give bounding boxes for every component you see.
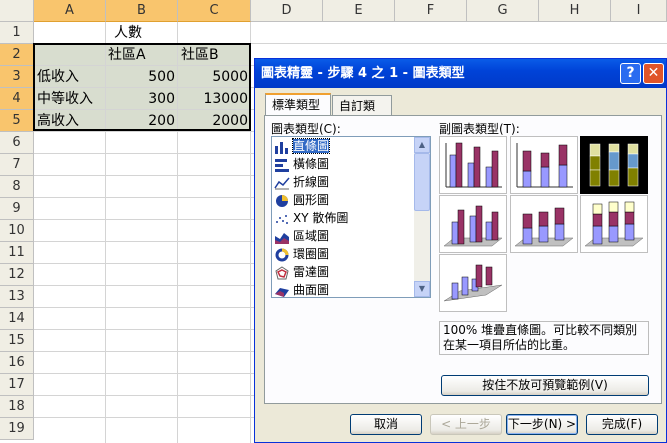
row-header-13[interactable]: 13 <box>0 286 34 308</box>
selection-border <box>33 43 251 131</box>
row-header-9[interactable]: 9 <box>0 198 34 220</box>
area-chart-icon <box>274 230 290 244</box>
help-button[interactable]: ? <box>620 63 641 84</box>
row-header-4[interactable]: 4 <box>0 88 34 110</box>
chart-type-label: 圖表類型(C): <box>271 122 341 136</box>
cancel-button[interactable]: 取消 <box>350 414 422 435</box>
row-header-18[interactable]: 18 <box>0 396 34 418</box>
subtype-label: 副圖表類型(T): <box>439 122 520 136</box>
list-item-scatter[interactable]: XY 散佈圖 <box>274 209 348 227</box>
subtype-3d-clustered-column[interactable] <box>439 195 507 253</box>
radar-chart-icon <box>274 265 290 280</box>
chart-wizard-dialog: 圖表精靈 - 步驟 4 之 1 - 圖表類型 ? ✕ 標準類型 自訂類型 圖表類… <box>254 58 667 443</box>
column-header-a[interactable]: A <box>34 0 106 22</box>
dialog-titlebar[interactable]: 圖表精靈 - 步驟 4 之 1 - 圖表類型 <box>255 59 666 88</box>
cell-b1[interactable]: 人數 <box>114 22 142 44</box>
column-header-b[interactable]: B <box>106 0 178 22</box>
subtype-3d-stacked-column[interactable] <box>510 195 578 253</box>
line-chart-icon <box>274 176 290 190</box>
chart-type-list[interactable]: 直條圖 橫條圖 折線圖 圓形圖 XY 散佈圖 區域圖 環圈圖 雷達圖 曲面圖 ▲… <box>271 136 431 298</box>
subtype-gallery <box>439 136 649 312</box>
row-header-6[interactable]: 6 <box>0 132 34 154</box>
pie-chart-icon <box>274 194 290 208</box>
scroll-up-icon[interactable]: ▲ <box>414 137 430 153</box>
column-chart-icon <box>274 140 290 154</box>
subtype-description: 100% 堆疊直條圖。可比較不同類別在某一項目所佔的比重。 <box>439 321 649 355</box>
list-item-doughnut[interactable]: 環圈圖 <box>274 245 329 263</box>
scatter-chart-icon <box>274 212 290 226</box>
column-header-c[interactable]: C <box>178 0 251 22</box>
row-header-15[interactable]: 15 <box>0 330 34 352</box>
list-item-area[interactable]: 區域圖 <box>274 227 329 245</box>
column-header-g[interactable]: G <box>467 0 539 22</box>
subtype-3d-column[interactable] <box>439 254 507 312</box>
scroll-thumb[interactable] <box>414 153 430 211</box>
subtype-stacked-column[interactable] <box>510 136 578 194</box>
list-item-pie[interactable]: 圓形圖 <box>274 191 329 209</box>
scroll-down-icon[interactable]: ▼ <box>414 281 430 297</box>
subtype-3d-100-stacked-column[interactable] <box>580 195 648 253</box>
row-header-1[interactable]: 1 <box>0 22 34 44</box>
chart-type-panel: 圖表類型(C): 副圖表類型(T): 直條圖 橫條圖 折線圖 圓形圖 XY 散佈… <box>264 115 662 404</box>
subtype-clustered-column[interactable] <box>439 136 507 194</box>
preview-sample-button[interactable]: 按住不放可預覽範例(V) <box>441 375 649 396</box>
column-header-e[interactable]: E <box>323 0 395 22</box>
row-header-3[interactable]: 3 <box>0 66 34 88</box>
row-header-12[interactable]: 12 <box>0 264 34 286</box>
subtype-100-stacked-column[interactable] <box>580 136 648 194</box>
select-all-corner[interactable] <box>0 0 34 22</box>
close-button[interactable]: ✕ <box>643 63 664 84</box>
list-item-radar[interactable]: 雷達圖 <box>274 263 329 281</box>
column-header-h[interactable]: H <box>539 0 611 22</box>
row-header-14[interactable]: 14 <box>0 308 34 330</box>
bar-chart-icon <box>274 158 290 172</box>
row-header-8[interactable]: 8 <box>0 176 34 198</box>
tab-custom-types[interactable]: 自訂類型 <box>332 95 392 133</box>
row-header-19[interactable]: 19 <box>0 418 34 440</box>
list-item-surface[interactable]: 曲面圖 <box>274 281 329 298</box>
list-item-line[interactable]: 折線圖 <box>274 173 329 191</box>
back-button[interactable]: < 上一步 <box>430 414 502 435</box>
dialog-title: 圖表精靈 - 步驟 4 之 1 - 圖表類型 <box>261 66 465 81</box>
row-header-16[interactable]: 16 <box>0 352 34 374</box>
tab-standard-types[interactable]: 標準類型 <box>265 93 331 116</box>
list-item-bar[interactable]: 橫條圖 <box>274 155 329 173</box>
list-item-column[interactable]: 直條圖 <box>274 137 331 155</box>
finish-button[interactable]: 完成(F) <box>586 414 658 435</box>
doughnut-chart-icon <box>274 248 290 262</box>
row-header-17[interactable]: 17 <box>0 374 34 396</box>
list-scrollbar[interactable]: ▲ ▼ <box>414 137 430 297</box>
row-header-10[interactable]: 10 <box>0 220 34 242</box>
column-header-i[interactable]: I <box>611 0 667 22</box>
row-header-5[interactable]: 5 <box>0 110 34 132</box>
next-button[interactable]: 下一步(N) > <box>506 414 578 435</box>
column-header-d[interactable]: D <box>251 0 323 22</box>
row-header-11[interactable]: 11 <box>0 242 34 264</box>
column-header-f[interactable]: F <box>395 0 467 22</box>
row-header-7[interactable]: 7 <box>0 154 34 176</box>
row-header-2[interactable]: 2 <box>0 44 34 66</box>
surface-chart-icon <box>274 284 290 298</box>
